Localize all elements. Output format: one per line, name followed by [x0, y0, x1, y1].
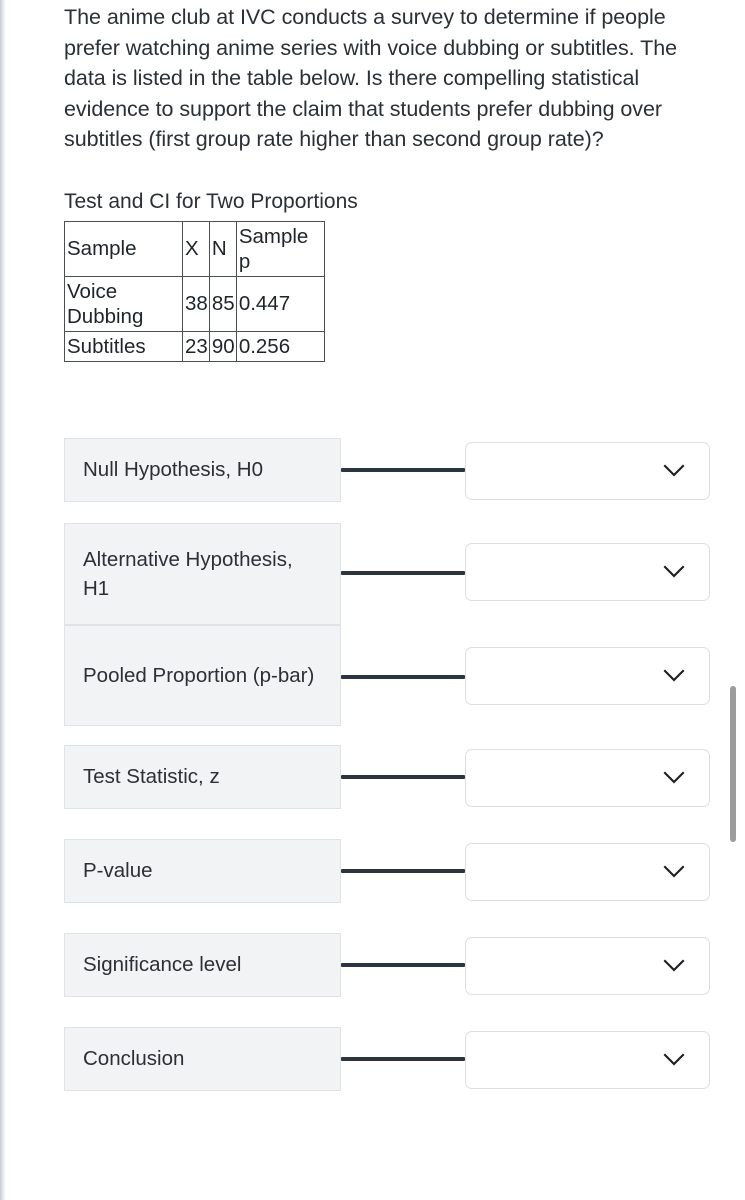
output-heading: Test and CI for Two Proportions: [64, 189, 358, 213]
table-row: Voice Dubbing 38 85 0.447: [64, 275, 325, 332]
label-text: Pooled Proportion (p-bar): [83, 664, 315, 688]
table-header-row: Sample X N Sample p: [64, 220, 325, 277]
col-header-sample-p: Sample p: [235, 220, 325, 277]
exercise-content: The anime club at IVC conducts a survey …: [0, 0, 745, 1200]
chevron-down-icon: [663, 771, 685, 784]
connector-line: [341, 467, 465, 472]
label-significance-level: Significance level: [64, 932, 341, 997]
chevron-down-icon: [663, 565, 685, 578]
connector-line: [341, 962, 465, 967]
question-prompt: The anime club at IVC conducts a survey …: [64, 5, 678, 152]
cell-sample-name: Subtitles: [64, 330, 183, 362]
label-text: Conclusion: [83, 1047, 185, 1071]
label-text: Null Hypothesis, H0: [83, 458, 264, 482]
dropdown-pooled-proportion[interactable]: [465, 646, 710, 705]
cell-sample-name: Voice Dubbing: [64, 275, 183, 332]
cell-n: 85: [208, 275, 237, 332]
chevron-down-icon: [663, 1053, 685, 1066]
cell-x: 23: [182, 330, 210, 362]
connector-line: [341, 1056, 465, 1061]
cell-sample-p: 0.256: [235, 330, 325, 362]
two-proportions-table: Sample X N Sample p Voice Dubbing 38 85 …: [64, 220, 325, 362]
dropdown-p-value[interactable]: [465, 842, 710, 901]
label-pooled-proportion: Pooled Proportion (p-bar): [64, 624, 341, 726]
label-text: P-value: [83, 859, 153, 883]
chevron-down-icon: [663, 865, 685, 878]
col-header-x: X: [182, 220, 210, 277]
dropdown-alternative-hypothesis[interactable]: [465, 542, 710, 601]
label-alternative-hypothesis: Alternative Hypothesis, H1: [64, 522, 341, 625]
dropdown-test-statistic[interactable]: [465, 748, 710, 807]
dropdown-conclusion[interactable]: [465, 1030, 710, 1089]
dropdown-null-hypothesis[interactable]: [465, 441, 710, 500]
vertical-scrollbar[interactable]: [728, 0, 742, 1200]
chevron-down-icon: [663, 669, 685, 682]
connector-line: [341, 570, 465, 575]
cell-n: 90: [208, 330, 237, 362]
chevron-down-icon: [663, 464, 685, 477]
cell-sample-p: 0.447: [235, 275, 325, 332]
col-header-sample: Sample: [64, 220, 183, 277]
label-text: Alternative Hypothesis, H1: [83, 548, 293, 601]
connector-line: [341, 868, 465, 873]
label-conclusion: Conclusion: [64, 1026, 341, 1091]
scrollbar-thumb[interactable]: [730, 686, 736, 842]
label-null-hypothesis: Null Hypothesis, H0: [64, 437, 341, 502]
connector-line: [341, 674, 465, 679]
cell-x: 38: [182, 275, 210, 332]
label-test-statistic: Test Statistic, z: [64, 744, 341, 809]
chevron-down-icon: [663, 959, 685, 972]
label-p-value: P-value: [64, 838, 341, 903]
dropdown-significance-level[interactable]: [465, 936, 710, 995]
label-text: Test Statistic, z: [83, 765, 220, 789]
table-row: Subtitles 23 90 0.256: [64, 330, 325, 362]
label-text: Significance level: [83, 953, 242, 977]
connector-line: [341, 774, 465, 779]
col-header-n: N: [208, 220, 237, 277]
